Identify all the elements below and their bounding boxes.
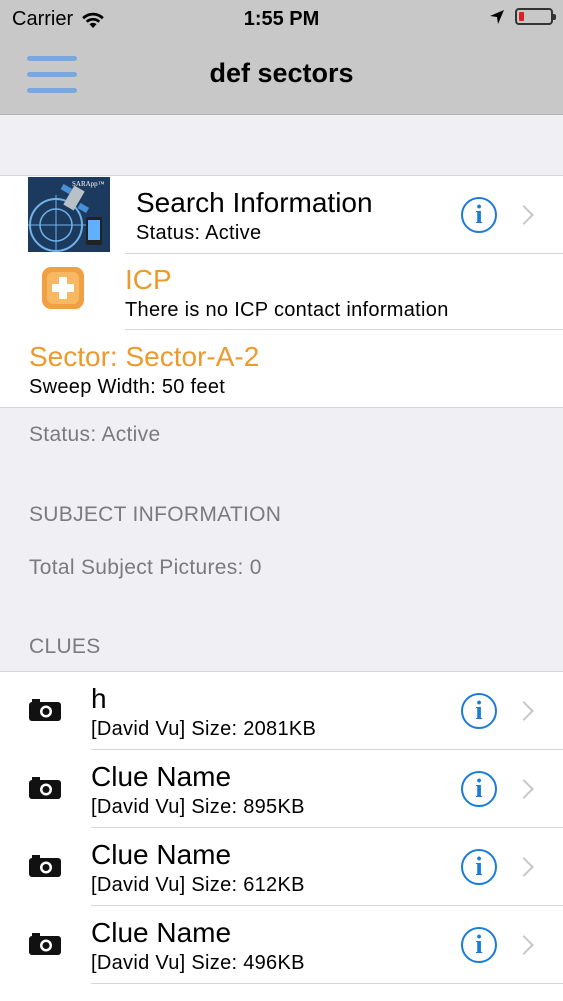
clue-info-icon[interactable]: i <box>461 693 497 729</box>
page-title: def sectors <box>209 58 354 88</box>
battery-level <box>519 12 524 21</box>
search-info-status: Status: Active <box>136 222 262 244</box>
clue-name: Clue Name <box>91 917 232 948</box>
clue-row[interactable]: Clue Name [David Vu] Size: 612KB i <box>0 828 563 905</box>
camera-icon <box>29 699 61 721</box>
clue-row[interactable]: h [David Vu] Size: 2081KB i <box>0 672 563 749</box>
chevron-right-icon <box>514 857 534 877</box>
icp-title: ICP <box>125 264 172 295</box>
clue-detail: [David Vu] Size: 895KB <box>91 796 305 818</box>
sarapp-thumbnail-icon: SARApp™ <box>28 177 110 252</box>
icp-detail: There is no ICP contact information <box>125 299 449 321</box>
medical-plus-icon <box>42 267 84 309</box>
clue-detail: [David Vu] Size: 2081KB <box>91 718 317 740</box>
clue-info-icon[interactable]: i <box>461 927 497 963</box>
clue-name: Clue Name <box>91 761 232 792</box>
status-bar: Carrier 1:55 PM <box>0 0 563 38</box>
clue-detail: [David Vu] Size: 612KB <box>91 874 305 896</box>
search-info-title: Search Information <box>136 187 373 218</box>
clue-row[interactable]: Clue Name [David Vu] Size: 496KB i <box>0 906 563 983</box>
clue-name: h <box>91 683 107 714</box>
clue-row[interactable]: Clue Name [David Vu] Size: 895KB i <box>0 750 563 827</box>
chevron-right-icon <box>514 935 534 955</box>
chevron-right-icon <box>514 205 534 225</box>
sector-status: Status: Active <box>29 423 161 446</box>
navigation-bar: def sectors <box>0 38 563 115</box>
camera-icon <box>29 855 61 877</box>
search-info-detail-icon[interactable]: i <box>461 197 497 233</box>
header-card: SARApp™ Search Information Status: Activ… <box>0 175 563 408</box>
sector-row: Sector: Sector-A-2 Sweep Width: 50 feet <box>0 330 563 407</box>
sector-title: Sector: Sector-A-2 <box>29 341 260 372</box>
chevron-right-icon <box>514 701 534 721</box>
subject-section-header: SUBJECT INFORMATION <box>29 503 282 526</box>
thumbnail-text: SARApp™ <box>72 180 105 188</box>
camera-icon <box>29 777 61 799</box>
status-right <box>489 8 556 25</box>
separator <box>91 983 563 984</box>
battery-icon <box>515 8 556 25</box>
subject-pictures-count: Total Subject Pictures: 0 <box>29 556 262 579</box>
search-information-row[interactable]: SARApp™ Search Information Status: Activ… <box>0 176 563 253</box>
clock: 1:55 PM <box>243 8 320 30</box>
location-arrow-icon <box>490 9 504 24</box>
icp-row[interactable]: ICP There is no ICP contact information <box>0 254 563 329</box>
chevron-right-icon <box>514 779 534 799</box>
clues-list: h [David Vu] Size: 2081KB i Clue Name [D… <box>0 671 563 1001</box>
clue-info-icon[interactable]: i <box>461 771 497 807</box>
sweep-width: Sweep Width: 50 feet <box>29 376 226 398</box>
clue-detail: [David Vu] Size: 496KB <box>91 952 305 974</box>
clue-name: Clue Name <box>91 839 232 870</box>
camera-icon <box>29 933 61 955</box>
clue-info-icon[interactable]: i <box>461 849 497 885</box>
clues-section-header: CLUES <box>29 635 101 658</box>
